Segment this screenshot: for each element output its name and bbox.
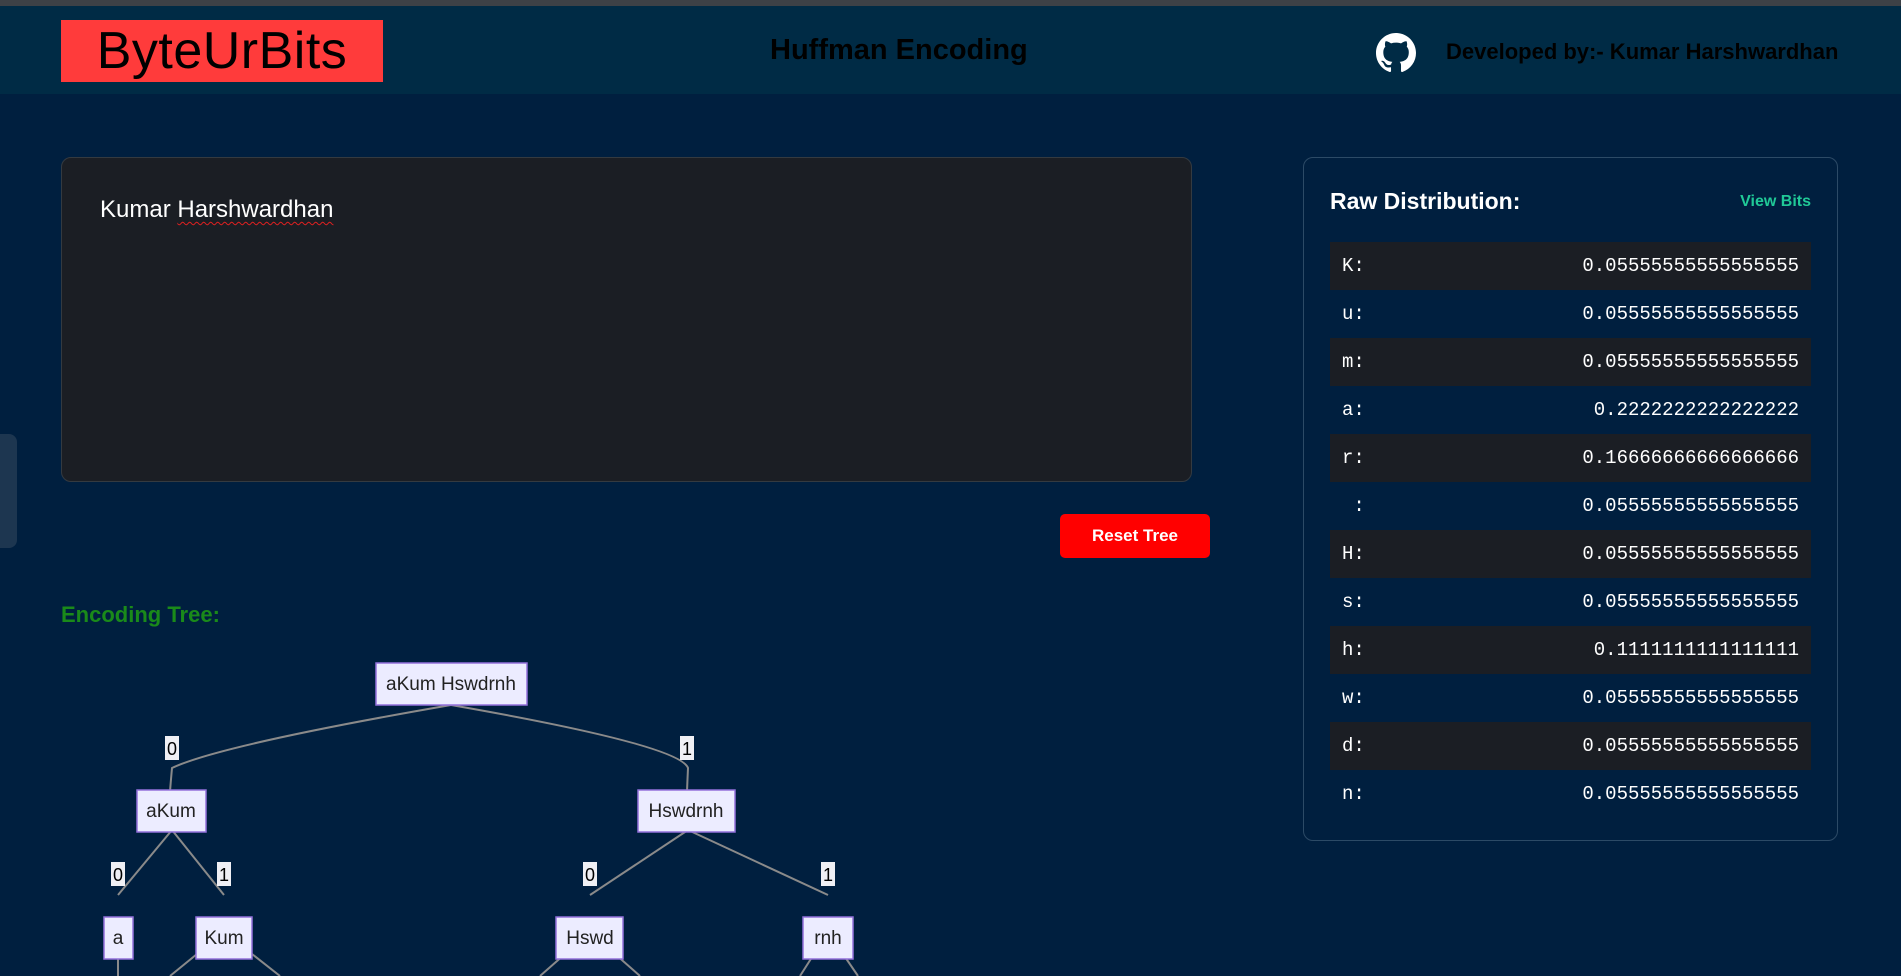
char-label: r: xyxy=(1342,447,1365,469)
tree-node-label: rnh xyxy=(814,928,841,949)
char-probability: 0.1111111111111111 xyxy=(1593,639,1799,661)
edge-label-text: 0 xyxy=(113,865,123,885)
char-probability: 0.05555555555555555 xyxy=(1582,783,1799,805)
list-item: K: 0.05555555555555555 xyxy=(1330,242,1811,290)
char-probability: 0.05555555555555555 xyxy=(1582,303,1799,325)
github-icon[interactable] xyxy=(1376,33,1416,73)
char-label: h: xyxy=(1342,639,1365,661)
char-label: m: xyxy=(1342,351,1365,373)
char-label: H: xyxy=(1342,543,1365,565)
developer-credit: Developed by:- Kumar Harshwardhan xyxy=(1446,39,1839,64)
char-probability: 0.16666666666666666 xyxy=(1582,447,1799,469)
tree-node-left-label: aKum xyxy=(146,801,196,822)
list-item: w: 0.05555555555555555 xyxy=(1330,674,1811,722)
encoding-tree: 0 1 0 1 0 1 aKum Hswdrnh aKum Hswdrnh a … xyxy=(103,662,859,976)
char-label: s: xyxy=(1342,591,1365,613)
view-bits-link[interactable]: View Bits xyxy=(1740,193,1811,211)
char-label: a: xyxy=(1342,399,1365,421)
tree-node-root-label: aKum Hswdrnh xyxy=(386,674,516,695)
list-item: d: 0.05555555555555555 xyxy=(1330,722,1811,770)
char-probability: 0.05555555555555555 xyxy=(1582,735,1799,757)
list-item: h: 0.1111111111111111 xyxy=(1330,626,1811,674)
char-label: : xyxy=(1342,495,1365,517)
text-input-area[interactable]: Kumar Harshwardhan xyxy=(61,157,1192,482)
char-probability: 0.2222222222222222 xyxy=(1593,399,1799,421)
list-item: s: 0.05555555555555555 xyxy=(1330,578,1811,626)
char-label: d: xyxy=(1342,735,1365,757)
char-label: u: xyxy=(1342,303,1365,325)
char-probability: 0.05555555555555555 xyxy=(1582,255,1799,277)
list-item: n: 0.05555555555555555 xyxy=(1330,770,1811,818)
page-title: Huffman Encoding xyxy=(770,34,1028,66)
reset-tree-button[interactable]: Reset Tree xyxy=(1060,514,1210,558)
tree-node-label: Kum xyxy=(204,928,243,949)
edge-label-text: 0 xyxy=(585,865,595,885)
list-item: m: 0.05555555555555555 xyxy=(1330,338,1811,386)
distribution-title: Raw Distribution: xyxy=(1330,188,1521,214)
edge-label-text: 1 xyxy=(823,865,833,885)
tree-node-label: Hswd xyxy=(566,928,614,949)
char-label: n: xyxy=(1342,783,1365,805)
top-navbar: ByteUrBits Huffman Encoding Developed by… xyxy=(0,6,1901,94)
char-probability: 0.05555555555555555 xyxy=(1582,351,1799,373)
char-probability: 0.05555555555555555 xyxy=(1582,687,1799,709)
tree-node-leaf-label: a xyxy=(113,928,124,949)
list-item: r: 0.16666666666666666 xyxy=(1330,434,1811,482)
edge-label-text: 1 xyxy=(219,865,229,885)
list-item: u: 0.05555555555555555 xyxy=(1330,290,1811,338)
input-value[interactable]: Kumar Harshwardhan xyxy=(100,196,333,224)
raw-distribution-panel: Raw Distribution: View Bits K: 0.05555555… xyxy=(1303,157,1838,841)
tree-node-right-label: Hswdrnh xyxy=(649,801,724,822)
char-label: K: xyxy=(1342,255,1365,277)
list-item: H: 0.05555555555555555 xyxy=(1330,530,1811,578)
list-item: a: 0.2222222222222222 xyxy=(1330,386,1811,434)
encoding-tree-title: Encoding Tree: xyxy=(61,602,220,627)
logo[interactable]: ByteUrBits xyxy=(61,20,383,82)
char-probability: 0.05555555555555555 xyxy=(1582,495,1799,517)
side-drawer-handle[interactable] xyxy=(0,434,17,548)
edge-label-text: 1 xyxy=(682,739,692,759)
char-label: w: xyxy=(1342,687,1365,709)
char-probability: 0.05555555555555555 xyxy=(1582,543,1799,565)
list-item: : 0.05555555555555555 xyxy=(1330,482,1811,530)
char-probability: 0.05555555555555555 xyxy=(1582,591,1799,613)
edge-label-text: 0 xyxy=(167,739,177,759)
distribution-list: K: 0.05555555555555555 u: 0.05555555555555… xyxy=(1330,242,1811,818)
